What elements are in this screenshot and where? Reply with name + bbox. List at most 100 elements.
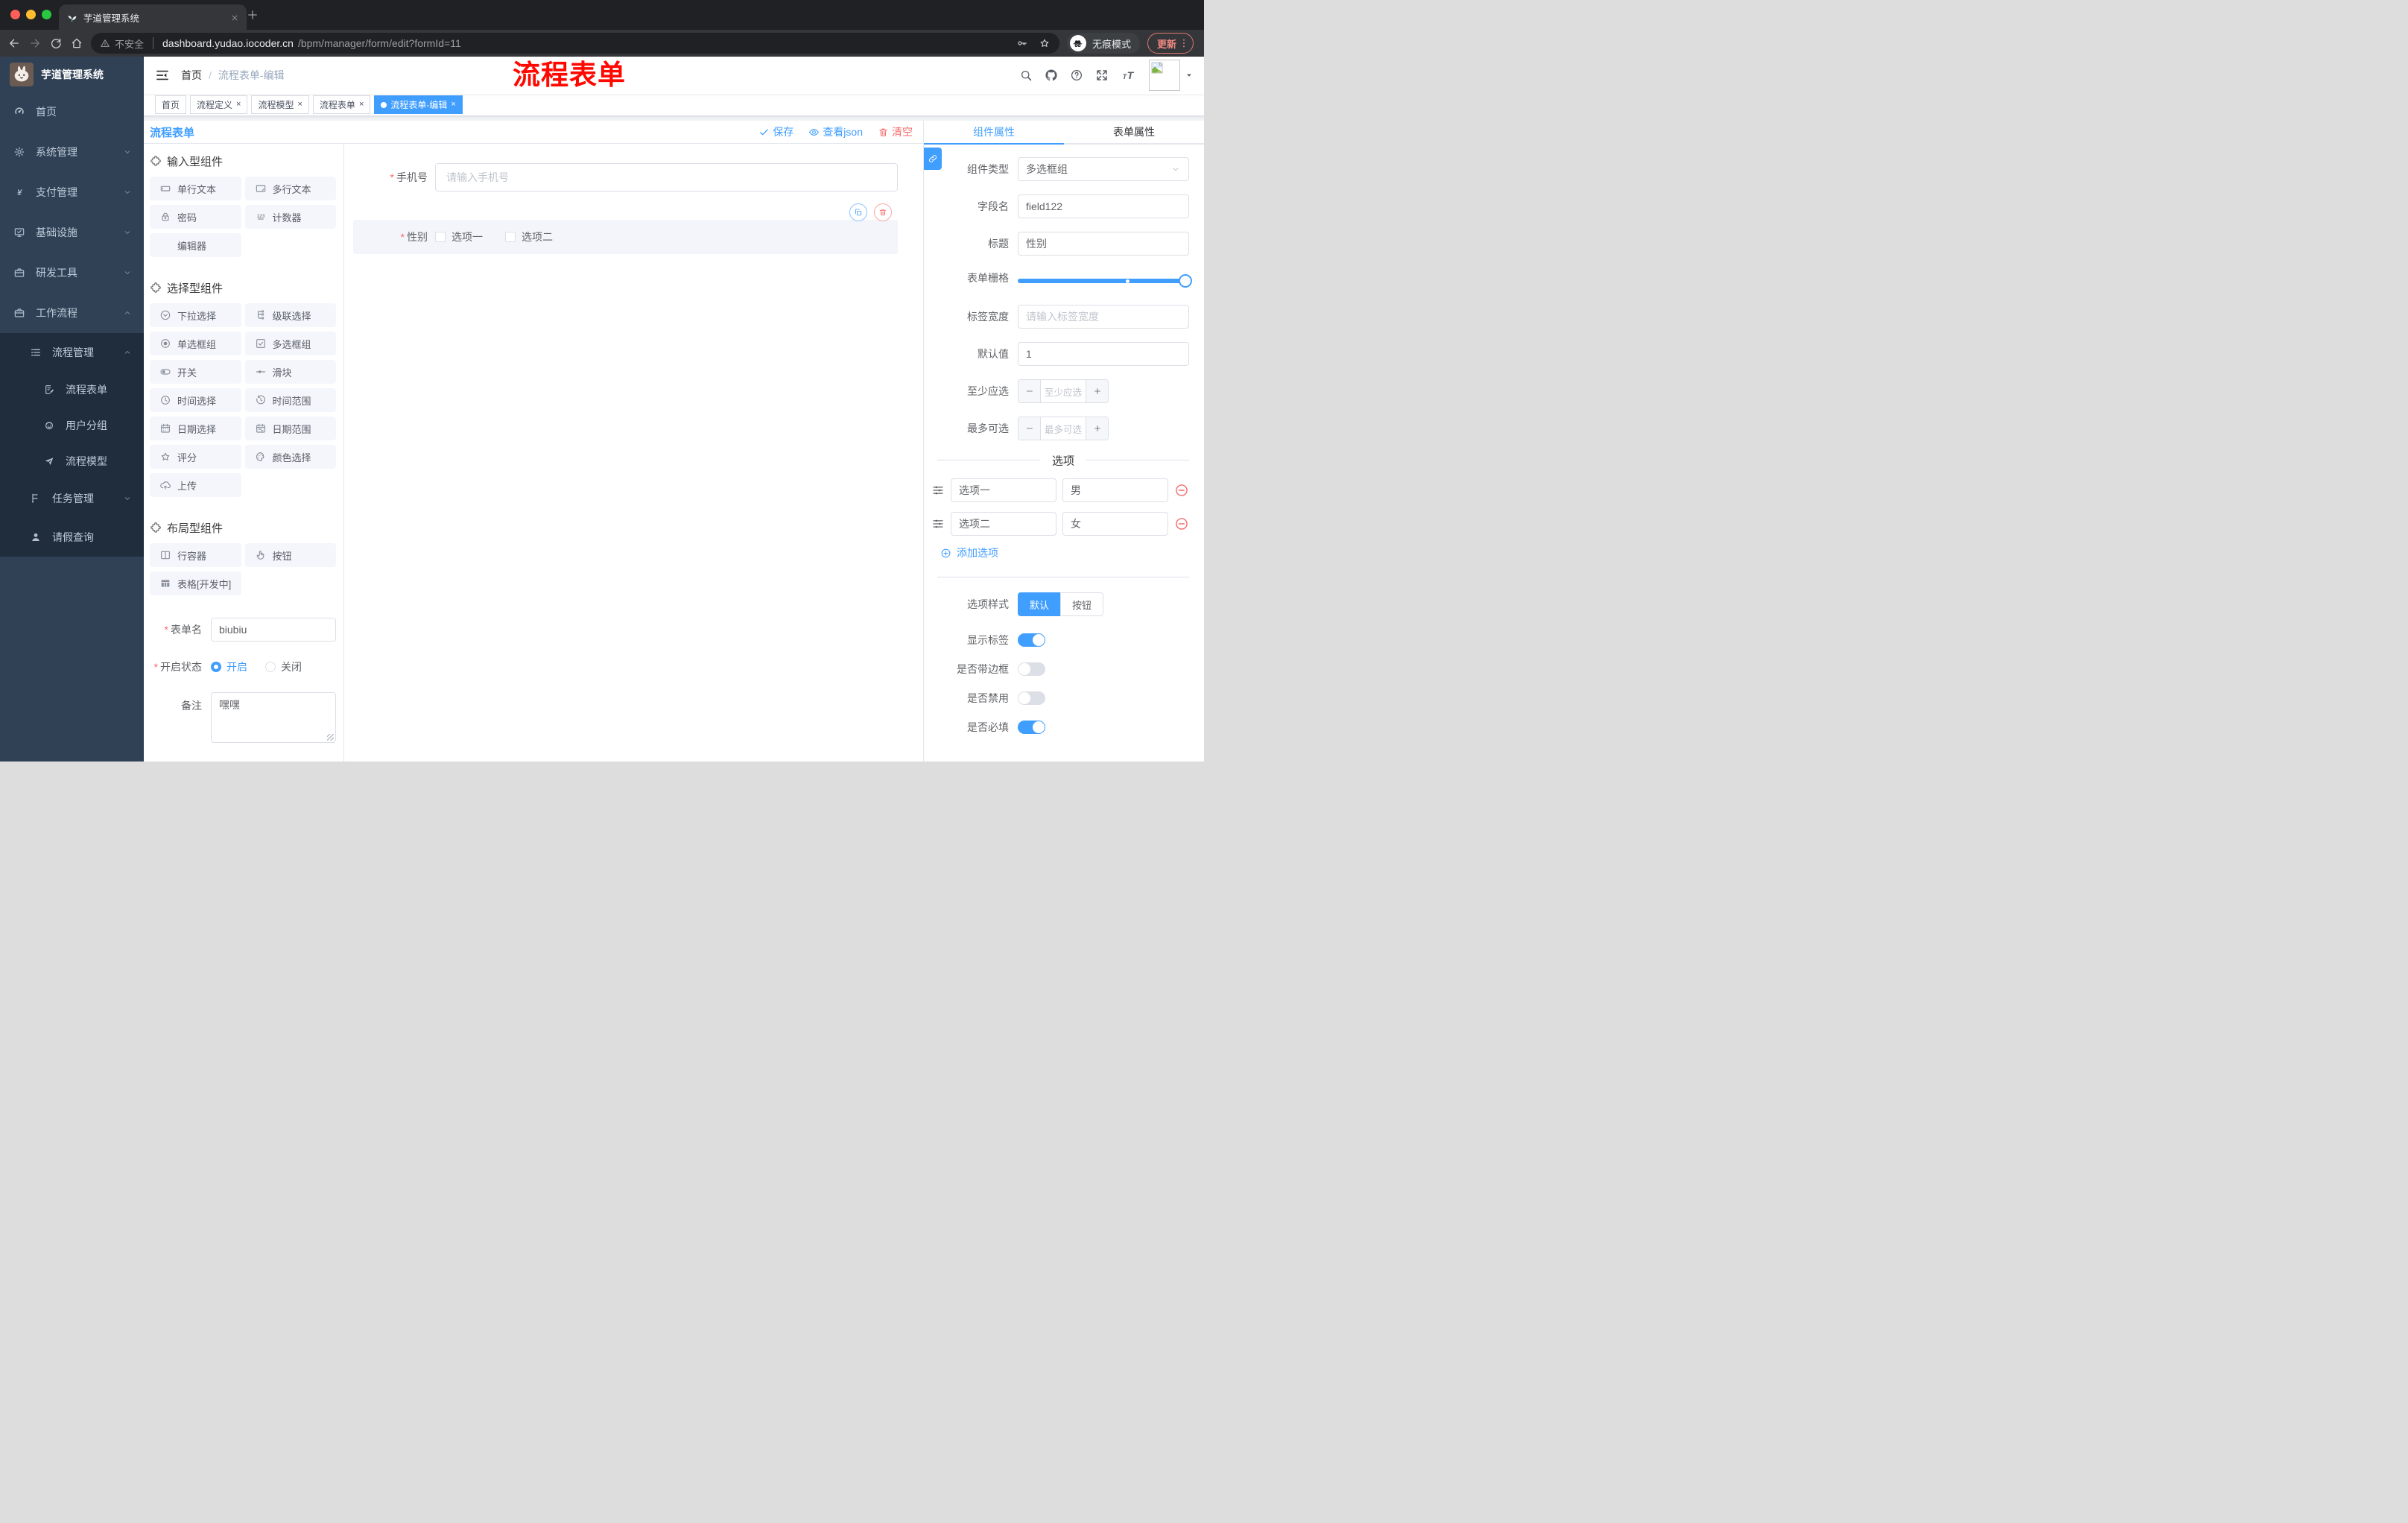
palette-item[interactable]: 时间范围 — [244, 388, 336, 412]
copy-field-button[interactable] — [849, 203, 867, 221]
option-label-input[interactable]: 选项一 — [951, 478, 1056, 502]
tab-close-icon[interactable] — [230, 12, 239, 22]
browser-menu-icon[interactable] — [1178, 37, 1190, 49]
sidebar-toggle-button[interactable] — [144, 68, 181, 83]
remove-option-icon[interactable] — [1174, 483, 1189, 498]
option-label-input[interactable]: 选项二 — [951, 512, 1056, 536]
delete-field-button[interactable] — [874, 203, 892, 221]
palette-item[interactable]: 编辑器 — [150, 233, 241, 257]
drawer-link-handle[interactable] — [924, 148, 942, 170]
toggle-switch[interactable] — [1018, 691, 1045, 705]
sidebar-item-2[interactable]: ¥ 支付管理 — [0, 172, 144, 212]
forward-button[interactable] — [28, 37, 42, 50]
title-input[interactable]: 性别 — [1018, 232, 1189, 256]
tag-0[interactable]: 首页 — [155, 95, 187, 114]
stepper-minus-button[interactable] — [1018, 380, 1041, 402]
tag-4[interactable]: 流程表单-编辑 × — [374, 95, 463, 114]
remove-option-icon[interactable] — [1174, 516, 1189, 531]
reload-button[interactable] — [49, 37, 63, 50]
home-button[interactable] — [70, 37, 83, 50]
search-icon[interactable] — [1013, 69, 1039, 82]
palette-item[interactable]: 表格[开发中] — [150, 571, 241, 595]
tag-close-icon[interactable]: × — [359, 101, 364, 109]
bookmark-star-icon[interactable] — [1039, 37, 1051, 49]
window-close-button[interactable] — [10, 10, 20, 19]
palette-item[interactable]: 上传 — [150, 473, 241, 497]
save-button[interactable]: 保存 — [758, 124, 793, 139]
label-width-input[interactable]: 请输入标签宽度 — [1018, 305, 1189, 329]
option-value-input[interactable]: 女 — [1062, 512, 1168, 536]
browser-tab[interactable]: 芋道管理系统 — [59, 4, 247, 30]
window-zoom-button[interactable] — [42, 10, 51, 19]
stepper-plus-button[interactable] — [1086, 417, 1108, 440]
option-style-active[interactable]: 默认 — [1018, 592, 1062, 616]
github-icon[interactable] — [1039, 69, 1064, 82]
form-name-input[interactable]: biubiu — [211, 618, 336, 642]
address-bar[interactable]: 不安全 dashboard.yudao.iocoder.cn/bpm/manag… — [91, 33, 1059, 54]
tag-2[interactable]: 流程模型 × — [251, 95, 309, 114]
gender-field-selected[interactable]: 性别 选项一 选项二 — [353, 203, 898, 254]
sidebar-item-1[interactable]: 系统管理 — [0, 132, 144, 172]
palette-item[interactable]: 行容器 — [150, 543, 241, 567]
status-on-radio[interactable]: 开启 — [211, 659, 247, 674]
palette-item[interactable]: 级联选择 — [244, 303, 336, 327]
tag-close-icon[interactable]: × — [451, 101, 455, 109]
sidebar-item-7[interactable]: 流程表单 — [0, 372, 144, 408]
form-grid-slider[interactable] — [1018, 269, 1192, 291]
window-minimize-button[interactable] — [26, 10, 36, 19]
palette-item[interactable]: 按钮 — [244, 543, 336, 567]
sidebar-item-5[interactable]: 工作流程 — [0, 293, 144, 333]
tag-close-icon[interactable]: × — [297, 101, 302, 109]
palette-item[interactable]: 密码 — [150, 205, 241, 229]
default-value-input[interactable]: 1 — [1018, 342, 1189, 366]
back-button[interactable] — [7, 37, 21, 50]
tab-component-props[interactable]: 组件属性 — [924, 121, 1064, 143]
max-select-stepper[interactable]: 最多可选 — [1018, 417, 1109, 440]
form-canvas[interactable]: 手机号 请输入手机号 — [344, 144, 923, 762]
sidebar-item-10[interactable]: 任务管理 — [0, 479, 144, 518]
option-value-input[interactable]: 男 — [1062, 478, 1168, 502]
status-off-radio[interactable]: 关闭 — [265, 659, 302, 674]
avatar[interactable] — [1149, 60, 1180, 91]
sidebar-item-8[interactable]: 用户分组 — [0, 408, 144, 443]
sidebar-item-6[interactable]: 流程管理 — [0, 333, 144, 372]
sidebar-item-4[interactable]: 研发工具 — [0, 253, 144, 293]
phone-field[interactable]: 手机号 请输入手机号 — [353, 163, 898, 191]
palette-item[interactable]: 单选框组 — [150, 332, 241, 355]
phone-input[interactable]: 请输入手机号 — [435, 163, 898, 191]
sidebar-item-3[interactable]: 基础设施 — [0, 212, 144, 253]
tag-1[interactable]: 流程定义 × — [190, 95, 248, 114]
stepper-plus-button[interactable] — [1086, 380, 1108, 402]
palette-item[interactable]: 多行文本 — [244, 177, 336, 200]
palette-item[interactable]: 颜色选择 — [244, 445, 336, 469]
palette-item[interactable]: 时间选择 — [150, 388, 241, 412]
chrome-update-button[interactable]: 更新 — [1147, 33, 1194, 54]
checkbox-icon[interactable] — [435, 232, 446, 242]
stepper-minus-button[interactable] — [1018, 417, 1041, 440]
palette-item[interactable]: 日期选择 — [150, 417, 241, 440]
tag-close-icon[interactable]: × — [236, 101, 241, 109]
toggle-switch[interactable] — [1018, 662, 1045, 676]
sidebar-item-9[interactable]: 流程模型 — [0, 443, 144, 479]
fullscreen-icon[interactable] — [1089, 69, 1115, 82]
avatar-caret-icon[interactable] — [1185, 71, 1194, 80]
breadcrumb-home[interactable]: 首页 — [181, 68, 202, 83]
palette-item[interactable]: 日期范围 — [244, 417, 336, 440]
option-style-inactive[interactable]: 按钮 — [1060, 592, 1104, 616]
add-option-button[interactable]: 添加选项 — [940, 545, 1189, 560]
slider-handle[interactable] — [1179, 274, 1192, 288]
checkbox-option[interactable]: 选项二 — [505, 229, 553, 244]
password-key-icon[interactable] — [1016, 37, 1028, 49]
field-name-input[interactable]: field122 — [1018, 194, 1189, 218]
palette-item[interactable]: 下拉选择 — [150, 303, 241, 327]
palette-item[interactable]: 评分 — [150, 445, 241, 469]
drag-handle-icon[interactable] — [931, 484, 945, 497]
view-json-button[interactable]: 查看json — [808, 124, 863, 139]
clear-button[interactable]: 清空 — [878, 124, 913, 139]
palette-item[interactable]: 多选框组 — [244, 332, 336, 355]
help-icon[interactable] — [1064, 69, 1089, 82]
sidebar-item-11[interactable]: 请假查询 — [0, 518, 144, 557]
not-secure-label[interactable]: 不安全 — [115, 37, 144, 51]
toggle-switch[interactable] — [1018, 633, 1045, 647]
new-tab-button[interactable] — [246, 8, 259, 22]
